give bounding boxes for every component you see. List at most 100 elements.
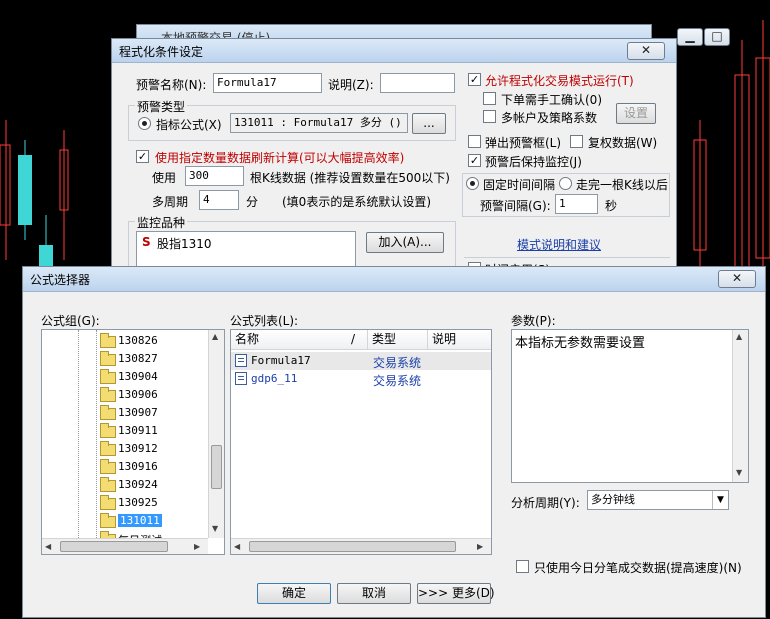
- column-header-name[interactable]: 名称 /: [231, 330, 368, 350]
- alert-name-input[interactable]: Formula17: [213, 73, 322, 93]
- mode-help-link[interactable]: 模式说明和建议: [517, 236, 601, 253]
- folder-icon: [100, 405, 116, 420]
- tree-item[interactable]: 130827: [42, 350, 220, 368]
- chevron-down-icon[interactable]: ▼: [712, 491, 728, 509]
- formula-dialog-close-button[interactable]: ✕: [718, 270, 756, 288]
- tree-horizontal-scrollbar[interactable]: ◀ ▶: [42, 538, 208, 554]
- formula-group-tree[interactable]: 130826 130827 130904 130906 130907 130911 1309…: [41, 329, 225, 555]
- folder-icon: [100, 459, 116, 474]
- folder-icon: [100, 477, 116, 492]
- multi-account-checkbox[interactable]: [483, 110, 496, 123]
- monitor-item[interactable]: 股指1310: [157, 235, 212, 252]
- parameters-box[interactable]: 本指标无参数需要设置 ▲ ▼: [511, 329, 749, 483]
- back-window-maximize-button[interactable]: □: [704, 28, 730, 46]
- description-label: 说明(Z):: [328, 78, 374, 92]
- after-bar-radio[interactable]: [559, 177, 572, 190]
- column-header-description[interactable]: 说明: [428, 330, 491, 350]
- after-bar-label: 走完一根K线以后: [576, 178, 668, 192]
- column-header-type[interactable]: 类型: [368, 330, 428, 350]
- scroll-up-icon[interactable]: ▲: [736, 332, 742, 341]
- condition-dialog-close-button[interactable]: ✕: [627, 42, 665, 60]
- tick-data-label: 只使用今日分笔成交数据(提高速度)(N): [534, 561, 742, 575]
- tree-item[interactable]: 130925: [42, 494, 220, 512]
- bar-count-input[interactable]: 300: [185, 166, 244, 186]
- use-label: 使用: [152, 171, 177, 185]
- tree-item[interactable]: 130916: [42, 458, 220, 476]
- monitor-list[interactable]: S 股指1310: [136, 231, 356, 267]
- refresh-calc-checkbox[interactable]: ✓: [136, 150, 149, 163]
- tree-item[interactable]: 130904: [42, 368, 220, 386]
- scroll-right-icon[interactable]: ▶: [477, 542, 483, 551]
- folder-icon: [100, 495, 116, 510]
- keep-monitor-checkbox[interactable]: ✓: [468, 154, 481, 167]
- minute-unit-label: 分: [246, 195, 259, 209]
- cancel-button[interactable]: 取消: [337, 583, 411, 604]
- ok-button[interactable]: 确定: [257, 583, 331, 604]
- tree-vertical-scrollbar[interactable]: ▲ ▼: [208, 330, 224, 538]
- folder-icon: [100, 333, 116, 348]
- formula-list-label: 公式列表(L):: [230, 314, 299, 328]
- tree-item[interactable]: 130907: [42, 404, 220, 422]
- adjusted-data-checkbox[interactable]: [570, 135, 583, 148]
- allow-trading-checkbox[interactable]: ✓: [468, 73, 481, 86]
- table-row[interactable]: Formula17 交易系统: [231, 352, 491, 370]
- popup-alert-checkbox[interactable]: [468, 135, 481, 148]
- fixed-interval-radio[interactable]: [466, 177, 479, 190]
- tree-item-label: 130911: [118, 424, 158, 437]
- add-symbol-button[interactable]: 加入(A)...: [366, 232, 444, 253]
- tree-item[interactable]: 130906: [42, 386, 220, 404]
- list-horizontal-scrollbar[interactable]: ◀ ▶: [231, 538, 491, 554]
- back-window-minimize-button[interactable]: ▁: [677, 28, 703, 46]
- tree-item[interactable]: 130911: [42, 422, 220, 440]
- scroll-up-icon[interactable]: ▲: [212, 332, 218, 341]
- manual-confirm-checkbox[interactable]: [483, 92, 496, 105]
- scroll-down-icon[interactable]: ▼: [736, 468, 742, 477]
- settings-button[interactable]: 设置: [616, 103, 656, 124]
- alert-interval-label: 预警间隔(G):: [480, 199, 551, 213]
- tree-item[interactable]: 130924: [42, 476, 220, 494]
- more-button[interactable]: >>> 更多(D): [417, 583, 495, 604]
- tree-item-label: 130925: [118, 496, 158, 509]
- allow-trading-label: 允许程式化交易模式运行(T): [485, 74, 634, 88]
- scroll-left-icon[interactable]: ◀: [45, 542, 51, 551]
- params-vertical-scrollbar[interactable]: ▲ ▼: [732, 330, 748, 482]
- list-hscroll-thumb[interactable]: [249, 541, 456, 552]
- row-type: 交易系统: [373, 374, 422, 388]
- analysis-period-value: 多分钟线: [591, 493, 635, 506]
- tree-item[interactable]: 130912: [42, 440, 220, 458]
- formula-group-label: 公式组(G):: [41, 314, 100, 328]
- tree-item-label: 131011: [118, 514, 162, 527]
- indicator-formula-label: 指标公式(X): [156, 118, 222, 132]
- parameters-label: 参数(P):: [511, 314, 556, 328]
- condition-settings-dialog: 程式化条件设定 ✕ 预警名称(N): Formula17 说明(Z): 预警类型…: [111, 38, 677, 277]
- table-row[interactable]: gdp6_11 交易系统: [231, 370, 491, 388]
- row-type: 交易系统: [373, 356, 422, 370]
- multi-period-input[interactable]: 4: [199, 190, 239, 210]
- scroll-down-icon[interactable]: ▼: [212, 524, 218, 533]
- browse-formula-button[interactable]: ...: [412, 113, 446, 134]
- seconds-unit-label: 秒: [605, 199, 618, 213]
- tick-data-checkbox[interactable]: [516, 560, 529, 573]
- tree-hscroll-thumb[interactable]: [60, 541, 168, 552]
- description-input[interactable]: [380, 73, 455, 93]
- analysis-period-select[interactable]: 多分钟线 ▼: [587, 490, 729, 510]
- tree-item[interactable]: 130826: [42, 332, 220, 350]
- formula-list[interactable]: 名称 / 类型 说明 Formula17 交易系统 gdp6_11 交易系统 ◀…: [230, 329, 492, 555]
- scroll-right-icon[interactable]: ▶: [194, 542, 200, 551]
- multi-account-label: 多帐户及策略系数: [501, 111, 598, 125]
- folder-icon: [100, 441, 116, 456]
- condition-dialog-title: 程式化条件设定: [119, 45, 204, 59]
- tree-item-label: 130906: [118, 388, 158, 401]
- parameters-text: 本指标无参数需要设置: [515, 336, 646, 351]
- tree-item[interactable]: 131011: [42, 512, 220, 530]
- folder-icon: [100, 369, 116, 384]
- folder-icon: [100, 423, 116, 438]
- sort-indicator-icon: /: [351, 332, 356, 346]
- right-candles: [693, 20, 770, 280]
- refresh-calc-label: 使用指定数量数据刷新计算(可以大幅提高效率): [155, 151, 405, 165]
- tree-scroll-thumb[interactable]: [211, 445, 222, 489]
- alert-interval-input[interactable]: 1: [555, 194, 598, 214]
- formula-dialog-title: 公式选择器: [30, 273, 91, 287]
- indicator-formula-radio[interactable]: [138, 117, 151, 130]
- scroll-left-icon[interactable]: ◀: [234, 542, 240, 551]
